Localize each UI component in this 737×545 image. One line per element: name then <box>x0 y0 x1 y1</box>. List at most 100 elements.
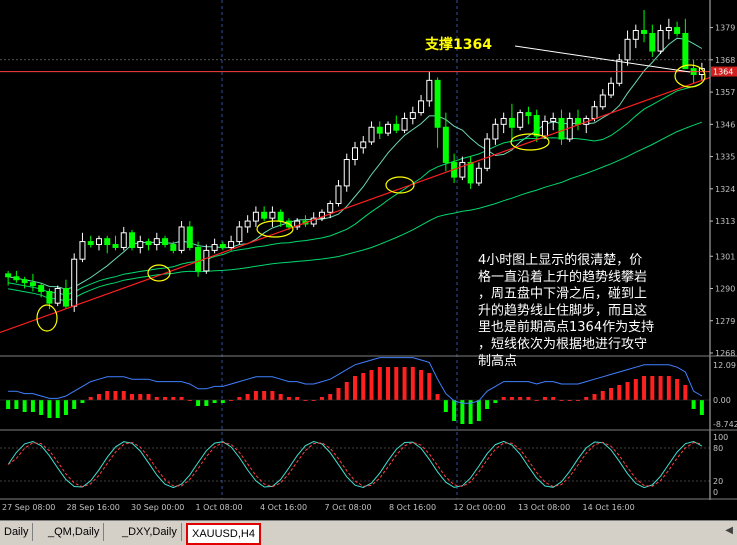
candle-body <box>252 211 259 222</box>
candle-body <box>178 226 185 251</box>
candle-body <box>376 126 383 134</box>
candle-body <box>508 117 515 128</box>
tab-daily[interactable]: Daily <box>0 523 34 541</box>
time-tick-label: 28 Sep 16:00 <box>67 503 120 512</box>
macd-bar <box>179 397 184 400</box>
time-tick-label: 12 Oct 00:00 <box>454 503 506 512</box>
macd-bar <box>262 391 267 400</box>
macd-bar <box>47 400 52 418</box>
macd-bar <box>253 391 258 400</box>
commentary-line: 升的趋势线止住脚步，而且这 <box>478 302 647 318</box>
candle-body <box>343 159 350 187</box>
macd-bar <box>633 379 638 400</box>
candle-body <box>525 112 532 117</box>
candle-body <box>335 185 342 204</box>
candle-body <box>393 123 400 131</box>
candle-body <box>203 249 210 272</box>
candle-body <box>368 126 375 143</box>
macd-bar <box>55 400 60 418</box>
candle-body <box>120 232 127 248</box>
candle-body <box>665 27 672 32</box>
macd-bar <box>551 397 556 400</box>
macd-bar <box>72 400 77 409</box>
candle-body <box>186 226 193 248</box>
macd-bar <box>336 388 341 400</box>
stoch-tick-label: 100 <box>713 433 728 442</box>
candle-body <box>153 238 160 246</box>
macd-bar <box>121 391 126 400</box>
candle-body <box>38 285 45 292</box>
macd-bar <box>435 394 440 400</box>
candle-body <box>434 79 441 128</box>
candle-body <box>385 123 392 134</box>
macd-bar <box>658 376 663 400</box>
macd-bar <box>196 400 201 406</box>
tab-dxy-daily[interactable]: _DXY,Daily <box>118 523 182 541</box>
commentary-line: 格一直沿着上升的趋势线攀岩 <box>478 269 647 285</box>
macd-bar <box>138 394 143 400</box>
candle-body <box>360 141 367 149</box>
tab-xauusd-h4[interactable]: XAUUSD,H4 <box>186 523 261 545</box>
price-tick-label: 1368 <box>715 56 735 65</box>
time-tick-label: 30 Sep 00:00 <box>131 503 184 512</box>
macd-bar <box>163 397 168 400</box>
macd-bar <box>105 391 110 400</box>
macd-bar <box>220 400 225 403</box>
candle-body <box>599 94 606 108</box>
candle-body <box>641 30 648 34</box>
candle-body <box>632 30 639 40</box>
commentary-line: ，周五盘中下滑之后，碰到上 <box>478 286 647 302</box>
macd-bar <box>402 367 407 400</box>
time-tick-label: 4 Oct 16:00 <box>260 503 307 512</box>
price-chart: 1379 1368 1364 1357 1346 1335 1324 1313 1301 1290… <box>0 0 737 520</box>
macd-bar <box>146 394 151 400</box>
price-tick-label: 1268 <box>715 349 735 358</box>
macd-bar <box>493 400 498 403</box>
macd-bar <box>295 397 300 400</box>
candle-body <box>426 79 433 102</box>
commentary-line: 制高点 <box>478 353 517 369</box>
macd-bar <box>154 397 159 400</box>
time-tick-label: 1 Oct 08:00 <box>196 503 243 512</box>
commentary-line: 里也是前期高点1364作为支持 <box>478 319 654 335</box>
candle-body <box>5 273 12 278</box>
candle-body <box>95 238 102 246</box>
macd-bar <box>96 394 101 400</box>
macd-bar <box>39 400 44 415</box>
commentary-text: 4小时图上显示的很清楚，价格一直沿着上升的趋势线攀岩，周五盘中下滑之后，碰到上升… <box>478 252 654 369</box>
macd-bar <box>485 400 490 409</box>
macd-tick-label: 12.09 <box>713 361 736 370</box>
candle-body <box>54 288 61 304</box>
candle-body <box>624 38 631 61</box>
macd-bar <box>204 400 209 406</box>
macd-bar <box>542 397 547 400</box>
candle-body <box>674 27 681 34</box>
candle-body <box>682 32 689 70</box>
macd-bar <box>212 400 217 403</box>
tabs-scroll-icon[interactable]: ◀ <box>725 525 733 536</box>
candle-body <box>550 117 557 122</box>
candle-body <box>228 241 235 248</box>
macd-bar <box>650 376 655 400</box>
tab-qm-daily[interactable]: _QM,Daily <box>44 523 105 541</box>
stoch-tick-label: 0 <box>713 488 718 497</box>
macd-bar <box>171 397 176 400</box>
candle-body <box>13 276 20 281</box>
price-tick-label: 1313 <box>715 217 735 226</box>
macd-bar <box>691 400 696 409</box>
macd-bar <box>6 400 11 409</box>
candle-body <box>418 100 425 114</box>
time-tick-label: 7 Oct 08:00 <box>325 503 372 512</box>
macd-bar <box>63 400 68 415</box>
candle-body <box>591 106 598 119</box>
macd-bar <box>526 397 531 400</box>
candle-body <box>649 32 656 52</box>
price-tick-label: 1290 <box>715 285 735 294</box>
time-tick-label: 13 Oct 08:00 <box>518 503 570 512</box>
candle-body <box>129 232 136 248</box>
price-tick-label: 1357 <box>715 88 735 97</box>
candle-body <box>46 290 53 304</box>
price-tick-label: 1346 <box>715 120 735 129</box>
candle-body <box>558 117 565 140</box>
macd-bar <box>683 385 688 400</box>
